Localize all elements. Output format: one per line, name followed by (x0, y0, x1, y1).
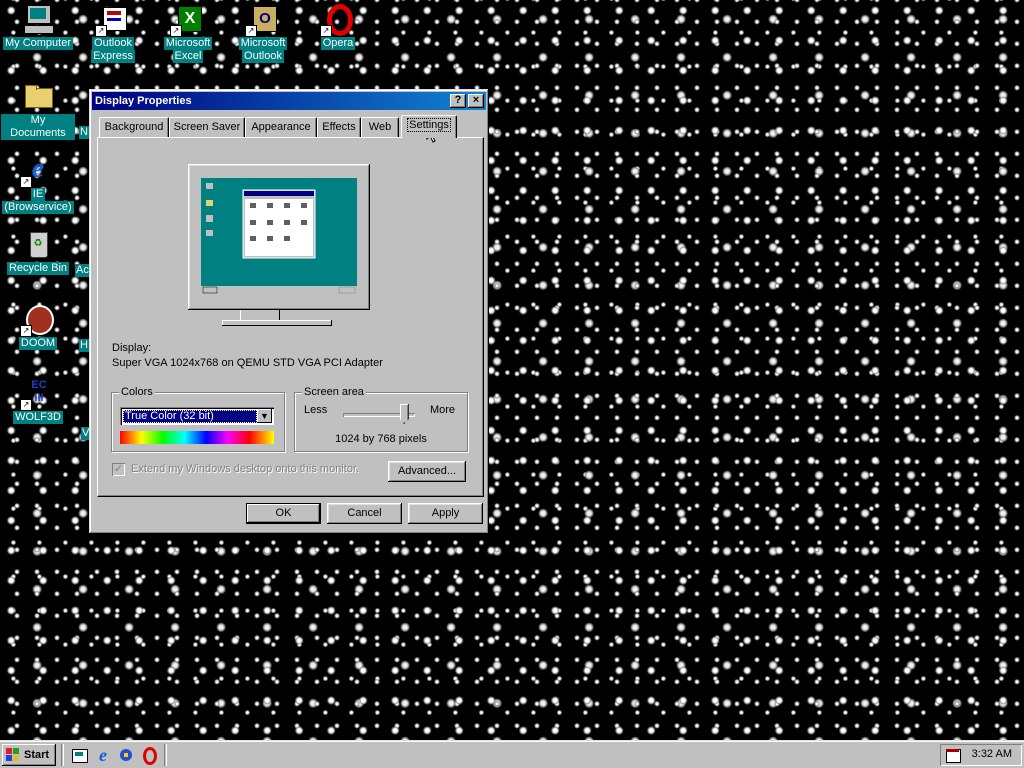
wolf3d-icon: EC III ↗ (20, 377, 54, 411)
tab-settings[interactable]: Settings (401, 115, 457, 138)
monitor-stand (222, 320, 332, 326)
monitor-preview (188, 164, 370, 310)
desktop-icon-label: Recycle Bin (6, 262, 70, 275)
window-title: Display Properties (95, 95, 192, 107)
internet-explorer-icon: e ↗ (20, 154, 54, 188)
desktop-icon-label-line2: (Browservice) (2, 201, 74, 214)
close-button[interactable]: × (468, 94, 484, 108)
desktop-icon-label: My Computer (2, 37, 74, 50)
desktop-icon-doom[interactable]: ↗ DOOM (1, 303, 75, 350)
partial-desktop-label: H (79, 339, 89, 352)
colors-group: Colors True Color (32 bit) ▼ (111, 385, 285, 452)
start-button[interactable]: Start (2, 744, 56, 766)
desktop-preview-image (201, 178, 357, 294)
monitor-neck (240, 310, 280, 320)
ok-button[interactable]: OK (246, 503, 321, 524)
extend-desktop-checkbox[interactable]: ✓ (112, 463, 125, 476)
desktop-icon-label-line2: Outlook (242, 50, 284, 63)
colors-select[interactable]: True Color (32 bit) ▼ (120, 407, 274, 425)
opera-icon: ↗ (320, 3, 354, 37)
clock[interactable]: 3:32 AM (972, 748, 1012, 760)
desktop-icon-label: Microsoft (238, 37, 288, 50)
tab-appearance[interactable]: Appearance (245, 117, 317, 138)
excel-icon: X ↗ (170, 3, 204, 37)
taskbar-separator (164, 744, 167, 766)
tab-background[interactable]: Background (99, 117, 169, 138)
desktop-icon-my-computer[interactable]: My Computer (1, 3, 75, 50)
desktop-icon-recycle-bin[interactable]: ♻ Recycle Bin (1, 228, 75, 275)
partial-desktop-label: Ac (75, 264, 90, 277)
screen-area-slider-thumb[interactable] (399, 404, 409, 424)
desktop-icon-label: IE (30, 188, 46, 201)
desktop-icon-opera[interactable]: ↗ Opera (301, 3, 375, 50)
screen-area-group: Screen area Less More 1024 by 768 pixels (294, 385, 468, 452)
display-properties-window: Display Properties ? × Background Screen… (89, 89, 489, 534)
cancel-button[interactable]: Cancel (327, 503, 402, 524)
desktop-icon-my-documents[interactable]: My Documents (1, 80, 75, 140)
advanced-button[interactable]: Advanced... (388, 461, 466, 482)
taskbar-separator (61, 744, 64, 766)
apply-button[interactable]: Apply (408, 503, 483, 524)
tab-settings-label: Settings (407, 118, 451, 132)
desktop-icon-microsoft-excel[interactable]: X ↗ Microsoft Excel (151, 3, 225, 63)
channels-icon[interactable] (117, 746, 135, 764)
display-adapter-value: Super VGA 1024x768 on QEMU STD VGA PCI A… (112, 357, 383, 369)
desktop-icon-label: Outlook (92, 37, 134, 50)
recycle-bin-icon: ♻ (22, 228, 54, 260)
folder-icon (22, 80, 54, 112)
desktop-icon-label: Microsoft (163, 37, 213, 50)
settings-tab-panel: Display: Super VGA 1024x768 on QEMU STD … (97, 137, 484, 497)
desktop-icon-wolf3d[interactable]: EC III ↗ WOLF3D (1, 377, 75, 424)
monitor-preview-screen (201, 178, 357, 294)
resolution-text: 1024 by 768 pixels (335, 433, 427, 445)
partial-desktop-label: N (79, 126, 89, 139)
tab-effects[interactable]: Effects (317, 117, 361, 138)
desktop-icon-label-line2: Express (91, 50, 135, 63)
tab-screen-saver[interactable]: Screen Saver (169, 117, 245, 138)
colors-group-label: Colors (119, 385, 155, 399)
color-spectrum-bar (120, 431, 274, 444)
desktop-icon-microsoft-outlook[interactable]: O ↗ Microsoft Outlook (226, 3, 300, 63)
desktop-icon-label: Opera (320, 37, 356, 50)
outlook-icon: O ↗ (245, 3, 279, 37)
windows-logo-icon (6, 748, 20, 762)
taskbar: Start e 3:32 AM (0, 740, 1024, 768)
slider-more-label: More (429, 404, 455, 416)
ie-icon[interactable]: e (94, 746, 112, 764)
desktop-icon-outlook-express[interactable]: ↗ Outlook Express (76, 3, 150, 63)
show-desktop-icon[interactable] (70, 746, 88, 764)
desktop-icon-ie-browservice[interactable]: e ↗ IE (Browservice) (1, 154, 75, 214)
doom-icon: ↗ (20, 303, 54, 337)
display-label: Display: (112, 342, 152, 354)
desktop-icon-label: WOLF3D (13, 411, 63, 424)
screen-area-group-label: Screen area (302, 385, 366, 399)
opera-icon[interactable] (140, 746, 158, 765)
tab-web[interactable]: Web (361, 117, 399, 138)
desktop-icon-label-line2: Excel (172, 50, 204, 63)
desktop-icon-label: DOOM (18, 337, 58, 350)
start-label: Start (24, 749, 50, 761)
scheduler-icon[interactable] (945, 747, 961, 763)
title-bar[interactable]: Display Properties ? × (92, 92, 486, 110)
desktop-icon-label: My Documents (1, 114, 75, 140)
colors-select-value: True Color (32 bit) (123, 410, 257, 423)
my-computer-icon (22, 3, 54, 35)
outlook-express-icon: ↗ (95, 3, 129, 37)
slider-less-label: Less (304, 404, 328, 416)
system-tray: 3:32 AM (940, 744, 1022, 766)
dropdown-arrow-icon[interactable]: ▼ (257, 409, 272, 423)
extend-desktop-label: Extend my Windows desktop onto this moni… (131, 463, 360, 475)
help-button[interactable]: ? (450, 94, 466, 108)
